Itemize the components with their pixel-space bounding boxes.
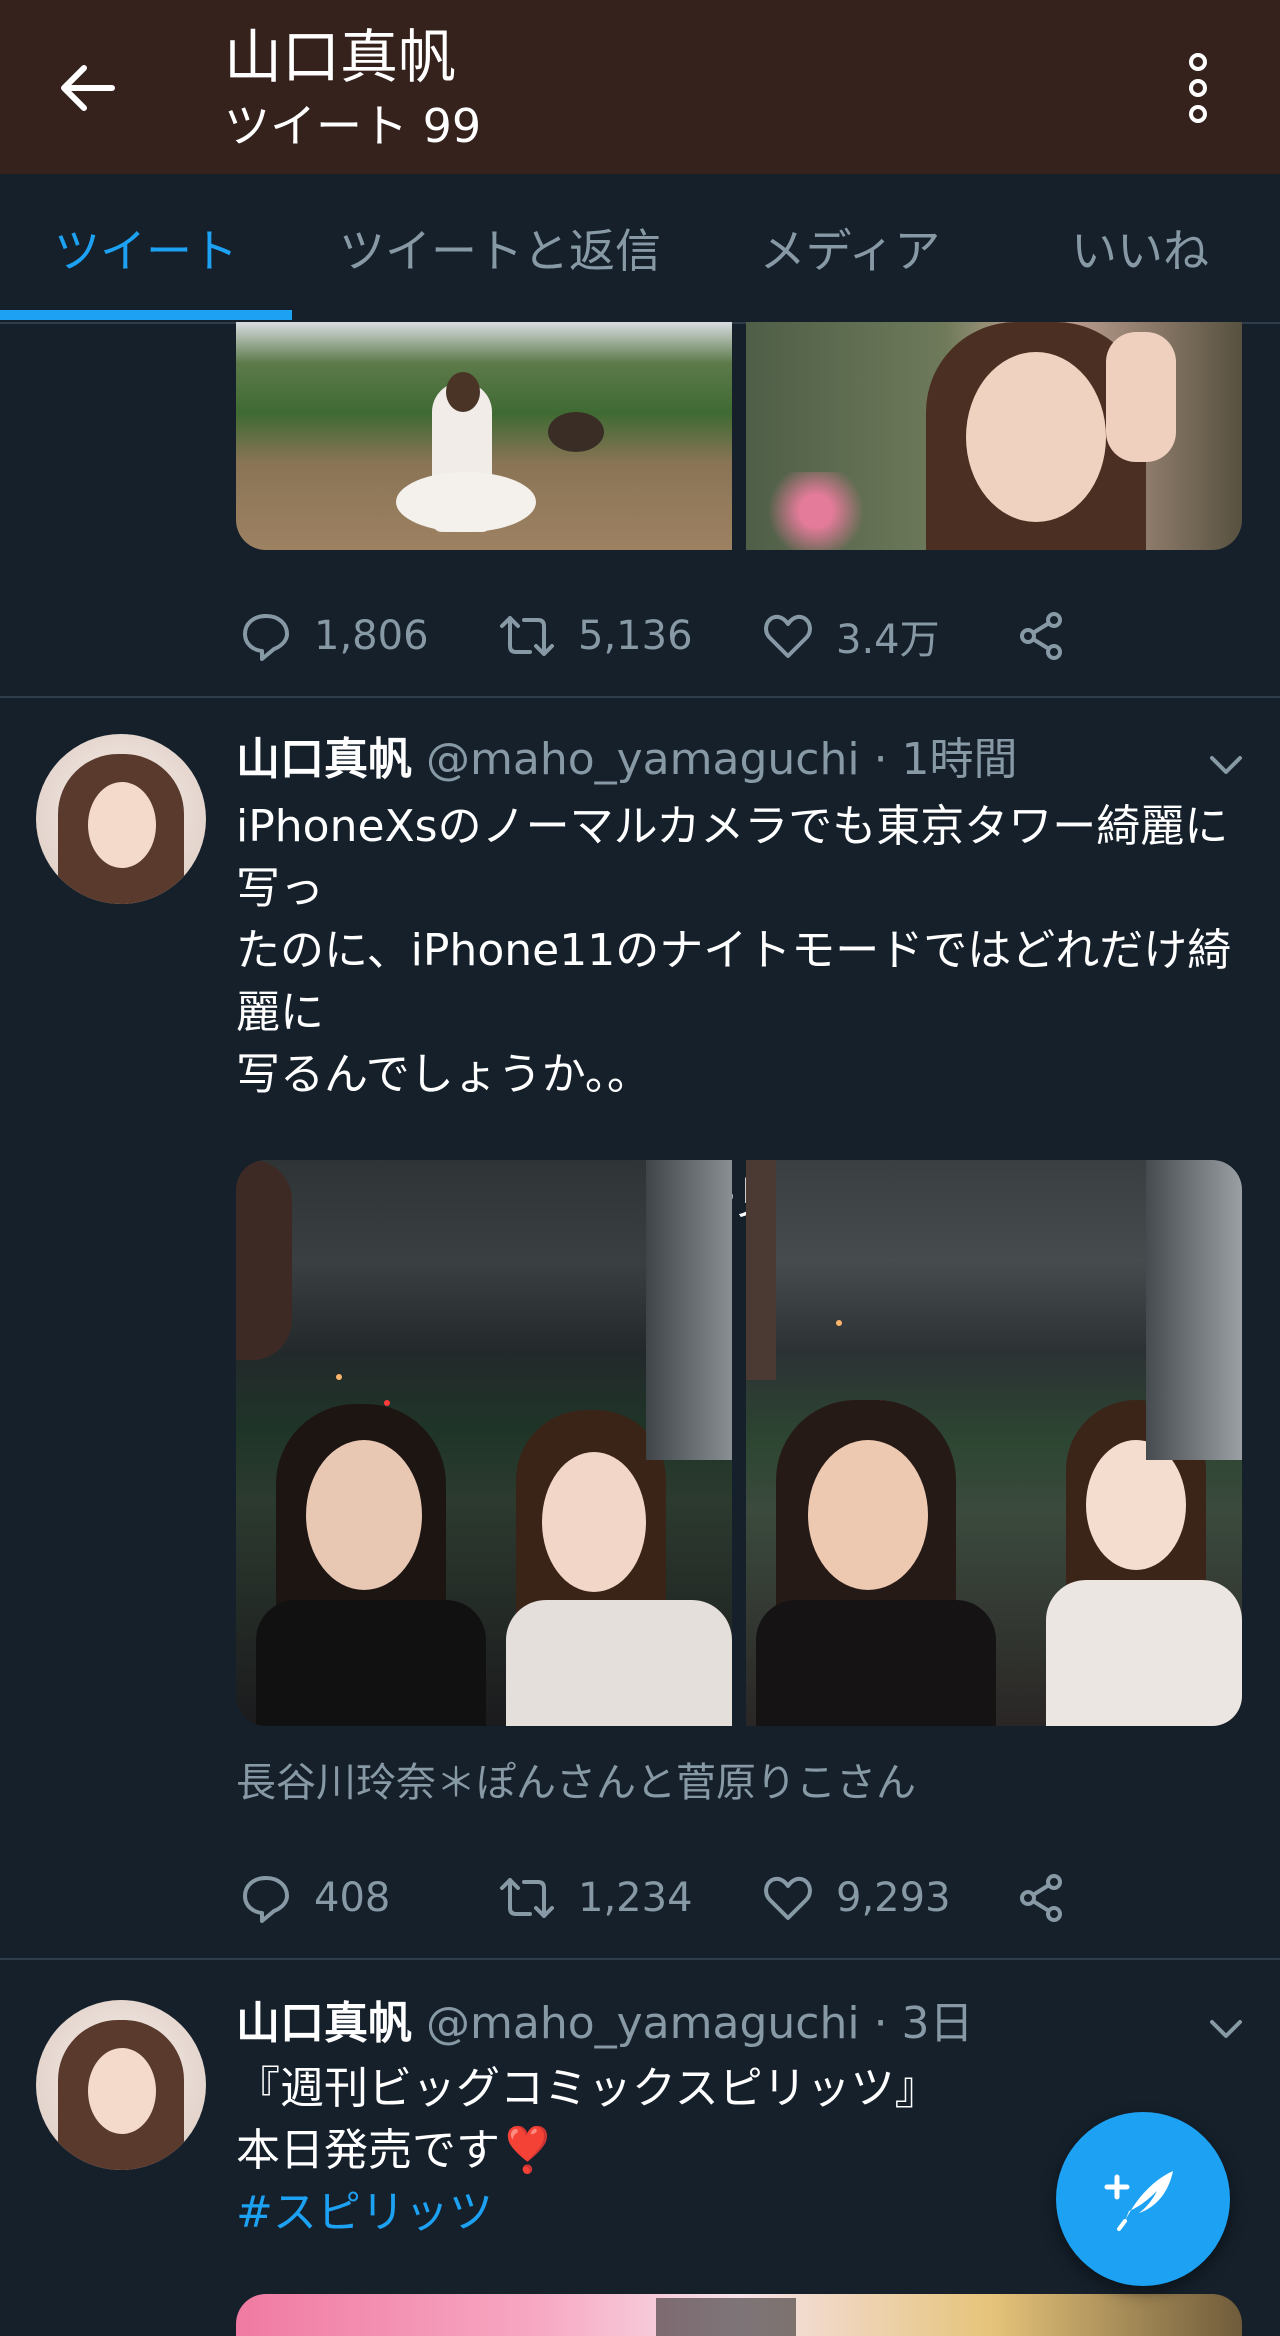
reply-icon xyxy=(243,1876,289,1923)
tab-media[interactable]: メディア xyxy=(730,174,970,322)
tab-likes[interactable]: いいね xyxy=(1040,174,1240,322)
retweet-button[interactable]: 1,234 xyxy=(498,1858,693,1938)
heart-icon xyxy=(764,614,812,658)
retweet-icon xyxy=(500,616,554,656)
retweet-count: 1,234 xyxy=(578,1875,693,1921)
share-icon xyxy=(1020,612,1062,660)
author-name[interactable]: 山口真帆 xyxy=(236,1998,412,2049)
retweet-icon xyxy=(500,1878,554,1918)
retweet-button[interactable]: 5,136 xyxy=(498,596,693,676)
like-count: 3.4万 xyxy=(836,617,940,663)
tweet-time: · 3日 xyxy=(873,1998,974,2049)
tweet-text-line: iPhoneXsのノーマルカメラでも東京タワー綺麗に写っ xyxy=(236,801,1229,914)
tweet-text-line: 写るんでしょうか。。 xyxy=(236,1049,651,1100)
back-arrow-icon[interactable] xyxy=(52,52,124,124)
profile-header: 山口真帆 ツイート 99 xyxy=(0,0,1280,174)
share-button[interactable] xyxy=(1016,1858,1090,1938)
reply-button[interactable]: 408 xyxy=(240,1858,390,1938)
retweet-count: 5,136 xyxy=(578,613,693,659)
tweet-text-line: 『週刊ビッグコミックスピリッツ』 xyxy=(236,2063,939,2114)
share-button[interactable] xyxy=(1016,596,1090,676)
reply-icon xyxy=(243,614,289,661)
tweet-header: 山口真帆 @maho_yamaguchi · 3日 xyxy=(236,1994,974,2054)
profile-tabs: ツイート ツイートと返信 メディア いいね xyxy=(0,174,1280,324)
tweet-photo[interactable] xyxy=(236,2294,1242,2336)
chevron-down-icon[interactable] xyxy=(1206,2014,1246,2044)
heart-exclamation-emoji: ❣️ xyxy=(500,2125,555,2176)
reply-button[interactable]: 1,806 xyxy=(240,596,429,676)
heart-icon xyxy=(764,1876,812,1920)
active-tab-indicator xyxy=(0,310,292,320)
tweet-photo[interactable] xyxy=(236,322,732,550)
compose-tweet-button[interactable] xyxy=(1056,2112,1230,2286)
reply-count: 408 xyxy=(314,1875,391,1921)
avatar[interactable] xyxy=(36,2000,206,2170)
tweet-actions: 408 1,234 9,293 xyxy=(236,1858,1136,1938)
photo-caption: 長谷川玲奈＊ぽんさんと菅原りこさん xyxy=(236,1760,916,1806)
tweet-actions: 1,806 5,136 3.4万 xyxy=(236,596,1136,676)
more-options-icon[interactable] xyxy=(1170,50,1226,126)
chevron-down-icon[interactable] xyxy=(1206,750,1246,780)
tweet-photo[interactable] xyxy=(746,1160,1242,1726)
author-handle[interactable]: @maho_yamaguchi xyxy=(426,1998,860,2049)
like-button[interactable]: 9,293 xyxy=(762,1858,951,1938)
tweet-text-line: たのに、iPhone11のナイトモードではどれだけ綺麗に xyxy=(236,925,1232,1038)
reply-count: 1,806 xyxy=(314,613,429,659)
tweet-count: ツイート 99 xyxy=(224,99,482,153)
profile-name: 山口真帆 xyxy=(224,23,457,91)
share-icon xyxy=(1020,1874,1062,1922)
author-name[interactable]: 山口真帆 xyxy=(236,734,412,785)
tab-tweets-and-replies[interactable]: ツイートと返信 xyxy=(330,174,670,322)
feather-plus-icon xyxy=(1104,2171,1173,2231)
tab-tweets[interactable]: ツイート xyxy=(0,174,292,322)
tweet-divider xyxy=(0,1958,1280,1960)
tweet-time: · 1時間 xyxy=(873,734,1018,785)
tweet-divider xyxy=(0,696,1280,698)
like-count: 9,293 xyxy=(836,1875,951,1921)
avatar[interactable] xyxy=(36,734,206,904)
author-handle[interactable]: @maho_yamaguchi xyxy=(426,734,860,785)
tweet-header: 山口真帆 @maho_yamaguchi · 1時間 xyxy=(236,730,1018,790)
like-button[interactable]: 3.4万 xyxy=(762,596,940,676)
tweet-photo[interactable] xyxy=(746,322,1242,550)
tweet-text-segment: 本日発売です xyxy=(236,2125,500,2176)
tweet-photo[interactable] xyxy=(236,1160,732,1726)
